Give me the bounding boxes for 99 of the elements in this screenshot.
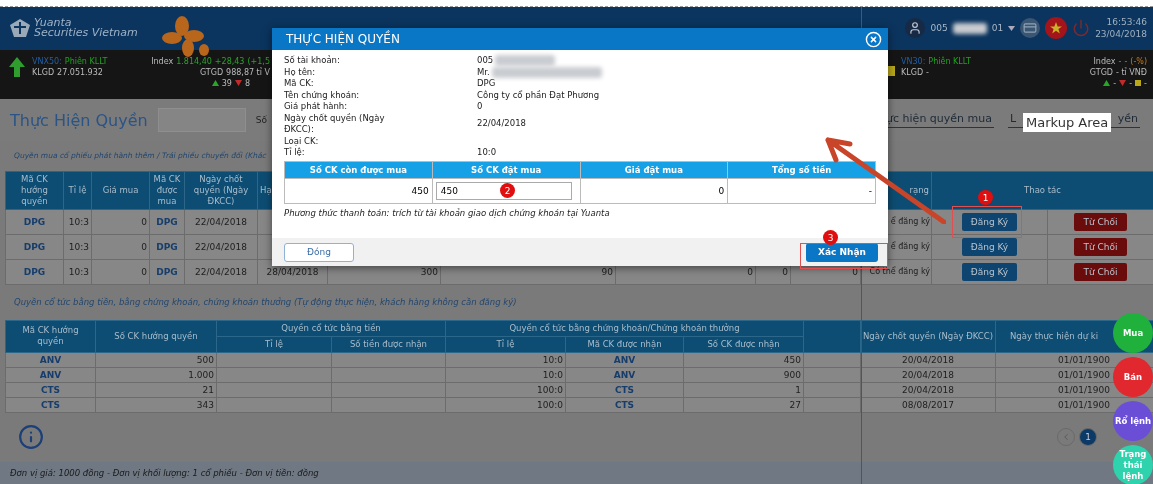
- quick-action-button[interactable]: Rổ lệnh: [1113, 401, 1153, 441]
- clock-time: 16:53:46: [1106, 16, 1147, 29]
- index-percent: (-%): [1130, 55, 1147, 67]
- clock-date: 23/04/2018: [1095, 28, 1147, 41]
- card-icon[interactable]: [1020, 18, 1041, 39]
- index-change: -: [1124, 55, 1128, 67]
- table-cell: 450: [284, 178, 433, 203]
- advancers-count: -: [1113, 77, 1117, 89]
- field-label: Tỉ lệ:: [284, 147, 306, 159]
- field-value: Công ty cổ phần Đạt Phương: [477, 89, 600, 101]
- dialog-title: THỰC HIỆN QUYỀN: [286, 32, 400, 46]
- logo-text: Securities Vietnam: [34, 28, 138, 39]
- field-label: Giá phát hành:: [284, 101, 349, 113]
- register-button[interactable]: Đăng Ký: [961, 262, 1018, 281]
- field-label: Số tài khoản:: [284, 55, 341, 67]
- trade-value: - tỉ VNĐ: [1116, 66, 1147, 78]
- column-group-header: Quyền cổ tức bằng tiền: [216, 320, 446, 337]
- table-cell: DPG: [5, 209, 64, 235]
- volume-label: KLGD: [901, 66, 924, 78]
- column-group-header: Quyền cổ tức bằng chứng khoán/Chứng khoán thưởng: [445, 320, 804, 337]
- close-icon[interactable]: [865, 30, 882, 48]
- highlight-frame: [952, 206, 1022, 238]
- logo-icon: [10, 19, 30, 38]
- volume-value: 27.051.932: [57, 66, 103, 78]
- session-status: Phiên KLLT: [64, 55, 108, 67]
- exchange-label: VN30:: [901, 55, 926, 67]
- field-label: Họ tên:: [284, 66, 317, 78]
- field-label: Loại CK:: [284, 135, 320, 147]
- column-header: Ngày chốt quyền (Ngày ĐKCC): [860, 320, 996, 353]
- field-value: 005: [477, 55, 494, 67]
- footer-note: Đơn vị giá: 1000 đồng - Đơn vị khối lượng: 1 cổ phiếu - Đơn vị tiền: đồng: [10, 468, 319, 479]
- column-header: Tổng số tiền: [727, 161, 876, 178]
- tab-label: yền: [1117, 112, 1138, 126]
- index-value: 1.814,40: [176, 55, 212, 67]
- caret-icon[interactable]: [1008, 25, 1016, 31]
- markup-tooltip: Markup Area: [1023, 113, 1112, 132]
- column-header: Số CK đặt mua: [432, 161, 580, 178]
- table-cell: -: [727, 178, 876, 203]
- decline-button[interactable]: Từ Chối: [1074, 212, 1127, 231]
- field-label: Số: [255, 115, 267, 126]
- unchanged-count: -: [1144, 77, 1147, 89]
- register-button[interactable]: Đăng Ký: [961, 212, 1018, 231]
- volume-label: KLGD: [32, 66, 55, 78]
- field-value: 10:0: [477, 147, 497, 159]
- info-icon[interactable]: [18, 424, 44, 451]
- value-label: GTGD: [199, 66, 224, 78]
- volume-value: -: [926, 66, 929, 78]
- up-arrow-icon: [8, 55, 26, 78]
- page-button[interactable]: 1: [1079, 428, 1097, 447]
- field-value: 22/04/2018: [477, 118, 526, 130]
- column-header: Tỉ lệ: [63, 171, 92, 210]
- section-heading: Quyền cổ tức bằng tiền, bằng chứng khoán, chứng khoán thưởng (Tự động thực hiện, khách hàng không cần đăng ký): [14, 297, 517, 308]
- up-triangle-icon: [211, 80, 219, 87]
- value-label: GTGD: [1089, 66, 1113, 78]
- field-label: Mã CK:: [284, 78, 315, 90]
- index-change: +28,43: [214, 55, 245, 67]
- square-icon: [1135, 80, 1142, 87]
- account-number: 005: [930, 23, 948, 34]
- column-header: Giá mua: [91, 171, 150, 210]
- down-triangle-icon: [234, 80, 242, 87]
- column-header: Số CK còn được mua: [284, 161, 433, 178]
- index-value: -: [1118, 55, 1122, 67]
- account-number: 01: [991, 23, 1004, 34]
- column-header: Ngày chốt quyền (Ngày ĐKCC): [184, 171, 258, 210]
- field-value: Mr.: [477, 66, 490, 78]
- column-header: Mã CK được mua: [149, 171, 185, 210]
- flag-icon[interactable]: [1045, 17, 1068, 40]
- confirm-button[interactable]: Xác Nhận: [806, 242, 878, 262]
- session-status: Phiên KLLT: [928, 55, 971, 67]
- field-value: DPG: [477, 78, 496, 90]
- index-percent: (+1,5: [247, 55, 270, 67]
- field-value: 0: [477, 101, 483, 113]
- table-cell: 0: [580, 178, 728, 203]
- tab-label: L: [1010, 112, 1017, 126]
- down-triangle-icon: [1119, 80, 1127, 87]
- field-label: Tên chứng khoán:: [284, 89, 361, 101]
- redacted-block: [952, 22, 987, 34]
- logo-text: Yuanta: [34, 18, 72, 29]
- column-header: Mã CK hướng quyền: [5, 171, 64, 210]
- decliners-count: 8: [244, 77, 250, 89]
- table-cell: DPG: [5, 259, 64, 285]
- decliners-count: -: [1129, 77, 1133, 89]
- table-cell: DPG: [5, 234, 64, 260]
- column-header: Mã CK hướng quyền: [5, 320, 96, 353]
- field-label: Ngày chốt quyền (Ngày ĐKCC):: [284, 112, 386, 136]
- exchange-label: VNX50:: [32, 55, 62, 67]
- advancers-count: 39: [221, 77, 232, 89]
- close-button[interactable]: Đóng: [284, 242, 354, 262]
- index-label: Index: [151, 55, 174, 67]
- user-icon[interactable]: [905, 18, 926, 39]
- trade-value: 988,87 tỉ V: [226, 66, 270, 78]
- payment-note: Phương thức thanh toán: trích từ tài khoản giao dịch chứng khoán tại Yuanta: [284, 207, 611, 218]
- decline-button[interactable]: Từ Chối: [1074, 237, 1127, 256]
- page-title: Thực Hiện Quyền: [10, 110, 148, 130]
- index-label: Index: [1093, 55, 1116, 67]
- decline-button[interactable]: Từ Chối: [1074, 262, 1127, 281]
- up-triangle-icon: [1103, 80, 1111, 87]
- column-header: Giá đặt mua: [580, 161, 728, 178]
- column-header: Số CK hướng quyền: [95, 320, 217, 353]
